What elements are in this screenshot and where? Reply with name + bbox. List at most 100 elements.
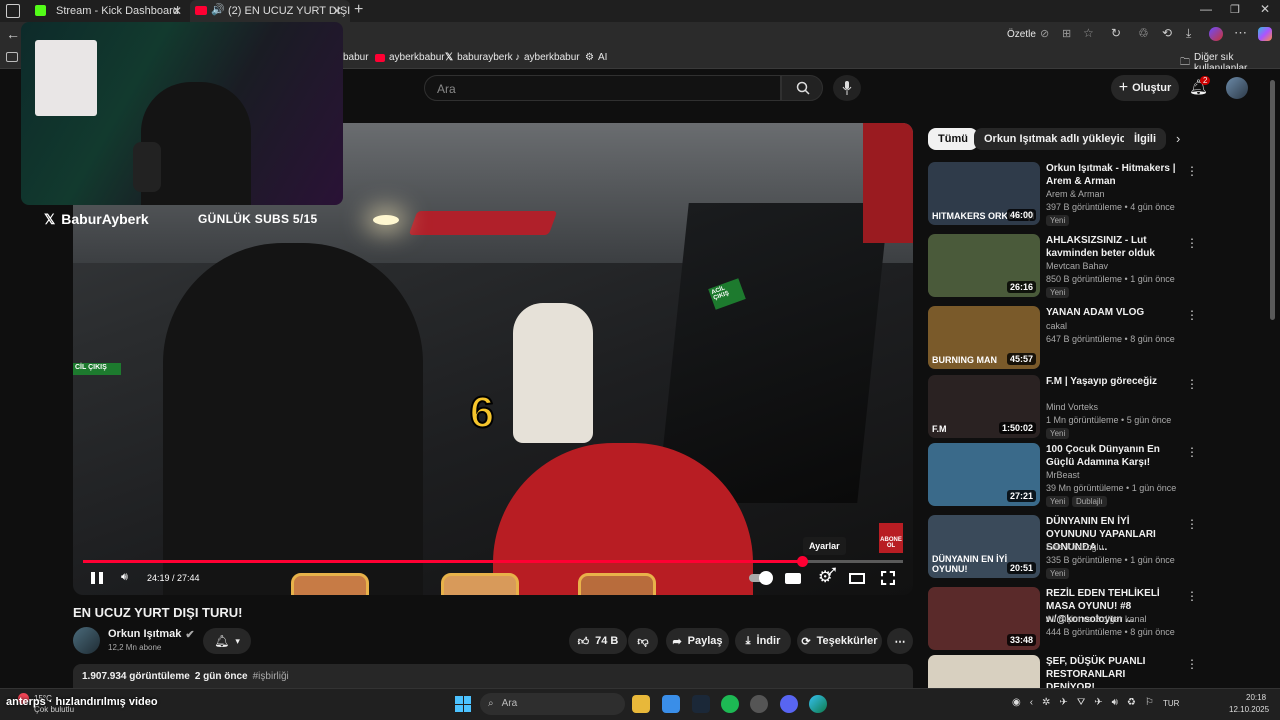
more-options-icon[interactable]: ⋮: [1186, 377, 1198, 391]
recommendation-thumbnail[interactable]: 27:21: [928, 443, 1040, 506]
menu-dots-icon[interactable]: ⋯: [1234, 25, 1247, 41]
minimize-button[interactable]: —: [1200, 2, 1212, 16]
create-button[interactable]: + Oluştur: [1111, 75, 1179, 101]
recommendation-title[interactable]: Orkun Işıtmak - Hitmakers | Arem & Arman: [1046, 162, 1176, 188]
like-button[interactable]: 👍︎ 74 B: [569, 628, 627, 654]
recommendation-thumbnail[interactable]: F.M 1:50:02: [928, 375, 1040, 438]
recommendation-thumbnail[interactable]: DÜNYANIN EN İYİ OYUNU! 20:51: [928, 515, 1040, 578]
favorite-star-icon[interactable]: ☆: [1083, 26, 1094, 40]
bookmark-x-baburayberk[interactable]: 𝕏 baburayberk: [445, 52, 513, 63]
new-tab-button[interactable]: +: [354, 1, 363, 19]
more-actions-button[interactable]: ⋯: [887, 628, 913, 654]
photos-icon[interactable]: [662, 695, 680, 713]
progress-scrubber[interactable]: [797, 556, 809, 567]
channel-avatar[interactable]: [73, 627, 100, 654]
notifications-button[interactable]: 🔔︎ 2: [1189, 76, 1211, 98]
recommendation-channel[interactable]: Enis Kirazoglu: [1046, 541, 1186, 554]
subtitles-icon[interactable]: [785, 573, 801, 584]
subscribe-overlay-button[interactable]: ABONE OL: [879, 523, 903, 553]
bookmark-tiktok-ayberkbabur[interactable]: ♪ ayberkbabur: [515, 52, 580, 63]
voice-search-button[interactable]: [833, 75, 861, 101]
recommendation-channel[interactable]: Mind Vorteks: [1046, 401, 1186, 414]
clock-time[interactable]: 20:18: [1246, 693, 1266, 702]
progress-bar-track[interactable]: [83, 556, 903, 567]
file-explorer-icon[interactable]: [632, 695, 650, 713]
spotify-icon[interactable]: [721, 695, 739, 713]
close-tab-icon[interactable]: ✕: [332, 4, 342, 18]
recommendation-channel[interactable]: Arem & Arman: [1046, 188, 1186, 201]
fullscreen-icon[interactable]: [881, 571, 895, 585]
create-label: Oluştur: [1132, 82, 1172, 94]
app-icon[interactable]: [750, 695, 768, 713]
search-input[interactable]: Ara: [424, 75, 781, 101]
chip-all[interactable]: Tümü: [928, 128, 978, 150]
more-options-icon[interactable]: ⋮: [1186, 589, 1198, 603]
bookmark-youtube-ayberkbabur[interactable]: ayberkbabur: [375, 52, 445, 63]
clock-date[interactable]: 12.10.2025: [1229, 705, 1269, 714]
thanks-button[interactable]: ⟳ Teşekkürler: [797, 628, 882, 654]
more-options-icon[interactable]: ⋮: [1186, 517, 1198, 531]
download-button[interactable]: ⤓ İndir: [735, 628, 791, 654]
copilot-icon[interactable]: [1258, 27, 1272, 41]
volume-icon[interactable]: 🔊︎: [121, 571, 128, 584]
more-options-icon[interactable]: ⋮: [1186, 657, 1198, 671]
theater-mode-icon[interactable]: [849, 573, 865, 584]
close-window-button[interactable]: ✕: [1260, 2, 1270, 16]
collections-icon[interactable]: [6, 52, 18, 62]
bookmark-babur[interactable]: babur: [343, 52, 369, 63]
chip-related[interactable]: İlgili: [1124, 128, 1166, 150]
apps-icon[interactable]: ⊞: [1062, 27, 1071, 40]
more-options-icon[interactable]: ⋮: [1186, 164, 1198, 178]
bookmark-ai[interactable]: ⚙ AI: [585, 52, 607, 63]
hashtag-link[interactable]: #işbirliği: [253, 671, 289, 682]
download-icon[interactable]: ⤓: [1186, 26, 1191, 41]
history-icon[interactable]: ⟲: [1162, 26, 1172, 40]
recommendation-title[interactable]: 100 Çocuk Dünyanın En Güçlü Adamına Karş…: [1046, 443, 1176, 469]
back-arrow-icon[interactable]: ←: [6, 26, 20, 42]
recommendation-thumbnail[interactable]: HITMAKERS ORKUN IŞI 46:00: [928, 162, 1040, 225]
more-options-icon[interactable]: ⋮: [1186, 445, 1198, 459]
recommendation-channel[interactable]: MrBeast: [1046, 469, 1186, 482]
start-button[interactable]: [455, 696, 471, 712]
more-options-icon[interactable]: ⋮: [1186, 308, 1198, 322]
pause-icon[interactable]: [91, 572, 103, 584]
steam-icon[interactable]: [692, 695, 710, 713]
summarize-button[interactable]: Özetle: [1007, 29, 1036, 40]
recommendation-title[interactable]: AHLAKSIZSINIZ - Lut kavminden beter oldu…: [1046, 234, 1176, 260]
share-button[interactable]: ➦ Paylaş: [666, 628, 729, 654]
recommendation-title[interactable]: F.M | Yaşayıp göreceğiz: [1046, 375, 1176, 388]
recommendation-channel[interactable]: Mevtcan Bahav: [1046, 260, 1186, 273]
recommendation-title[interactable]: YANAN ADAM VLOG: [1046, 306, 1176, 319]
profile-icon[interactable]: [1209, 27, 1223, 41]
recommendation-thumbnail[interactable]: 26:16: [928, 234, 1040, 297]
recommendation-thumbnail[interactable]: BURNING MAN 45:57: [928, 306, 1040, 369]
refresh-icon[interactable]: ↻: [1111, 26, 1121, 40]
autoplay-toggle[interactable]: [749, 571, 773, 585]
tab-actions-icon[interactable]: [6, 4, 20, 18]
description-box[interactable]: 1.907.934 görüntüleme 2 gün önce #işbirl…: [73, 664, 913, 688]
recommendation-thumbnail[interactable]: 33:48: [928, 587, 1040, 650]
notification-bell-button[interactable]: 🔔︎ ▾: [203, 628, 251, 654]
dislike-button[interactable]: 👎︎: [628, 628, 658, 654]
tray-icons[interactable]: ◉‹✲✈⛛✈🔊︎♻⚐: [1012, 697, 1163, 708]
taskbar-search[interactable]: ⌕ Ara: [480, 693, 625, 715]
more-options-icon[interactable]: ⋮: [1186, 236, 1198, 250]
verified-icon: ✔: [185, 629, 195, 641]
tab-youtube-video[interactable]: 🔊 (2) EN UCUZ YURT DIŞI TURU ✕: [190, 0, 350, 22]
recommendation-channel[interactable]: Ali Biçim ve 2 diğer kanal: [1046, 613, 1186, 626]
account-avatar[interactable]: [1226, 77, 1248, 99]
speaker-icon[interactable]: 🔊: [211, 3, 225, 16]
language-indicator[interactable]: TUR: [1163, 699, 1179, 708]
favorites-icon[interactable]: ♲: [1138, 26, 1149, 40]
search-button[interactable]: [781, 75, 823, 101]
extensions-icon[interactable]: ⊘: [1040, 27, 1049, 40]
scrollbar[interactable]: [1270, 80, 1275, 320]
chip-next-arrow-icon[interactable]: ›: [1176, 131, 1180, 146]
maximize-button[interactable]: ❐: [1230, 3, 1240, 16]
channel-name[interactable]: Orkun Işıtmak ✔: [108, 628, 195, 641]
close-tab-icon[interactable]: ✕: [172, 4, 182, 18]
tab-kick-dashboard[interactable]: Stream - Kick Dashboard ✕: [26, 0, 190, 22]
edge-icon[interactable]: [809, 695, 827, 713]
recommendation-channel[interactable]: cakal: [1046, 320, 1186, 333]
discord-icon[interactable]: [780, 695, 798, 713]
